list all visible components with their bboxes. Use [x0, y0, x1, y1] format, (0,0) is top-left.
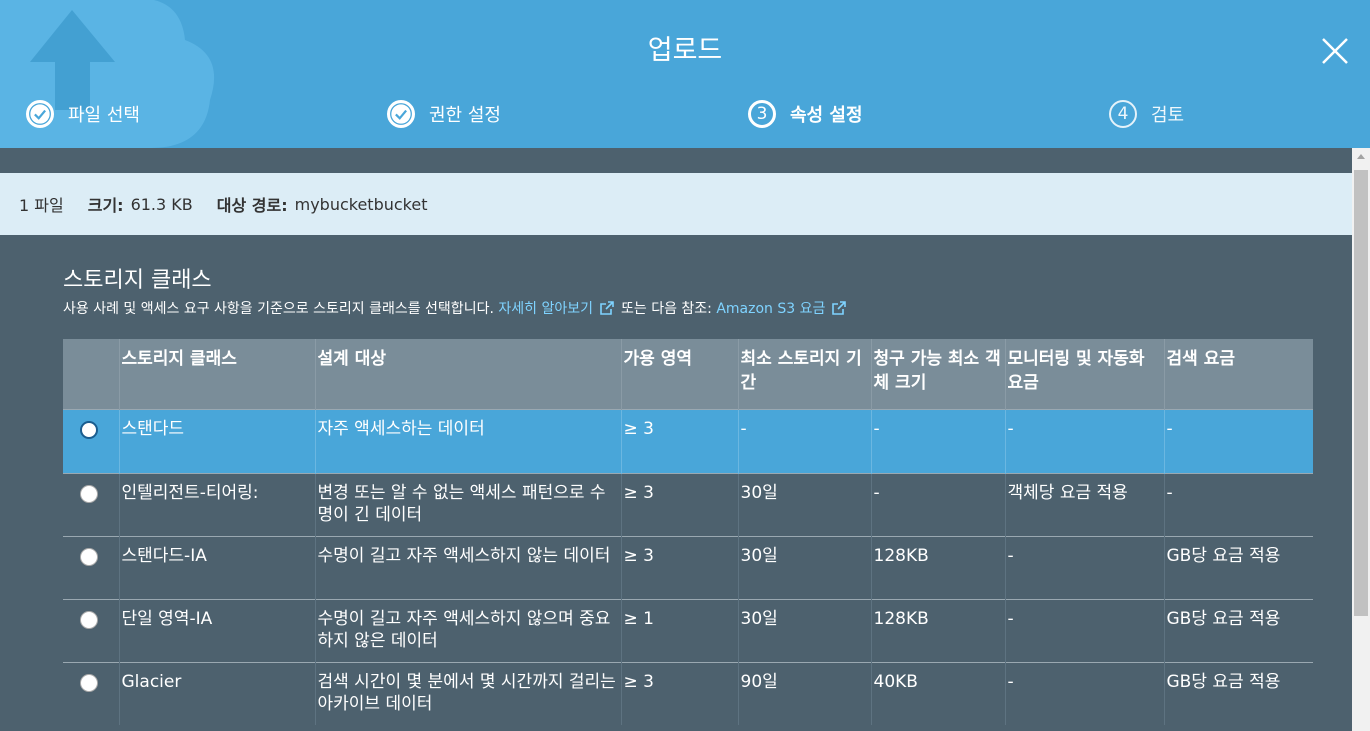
storage-class-description: 사용 사례 및 액세스 요구 사항을 기준으로 스토리지 클래스를 선택합니다.… — [63, 298, 853, 318]
storage-class-radio[interactable] — [80, 420, 98, 439]
table-cell: - — [1163, 472, 1313, 536]
scroll-up-icon[interactable] — [1352, 148, 1370, 166]
column-header: 최소 스토리지 기간 — [737, 339, 871, 409]
table-cell: - — [1004, 661, 1164, 725]
table-cell: - — [1163, 408, 1313, 473]
table-cell: 스탠다드-IA — [118, 535, 315, 599]
table-cell: 수명이 길고 자주 액세스하지 않는 데이터 — [314, 535, 621, 599]
learn-more-link[interactable]: 자세히 알아보기 — [498, 298, 593, 318]
radio-cell[interactable] — [63, 472, 119, 536]
table-cell: - — [1004, 408, 1164, 473]
step-review[interactable]: 4 검토 — [1109, 97, 1184, 131]
step-label: 파일 선택 — [68, 105, 140, 126]
storage-class-radio[interactable] — [80, 547, 98, 566]
header: 업로드 파일 선택 권한 설정 3 속성 설정 4 검토 — [0, 0, 1370, 148]
table-cell: ≥ 3 — [620, 472, 738, 536]
table-cell: 객체당 요금 적용 — [1004, 472, 1164, 536]
description-text: 사용 사례 및 액세스 요구 사항을 기준으로 스토리지 클래스를 선택합니다. — [63, 301, 494, 317]
table-row[interactable]: Glacier 검색 시간이 몇 분에서 몇 시간까지 걸리는 아카이브 데이터… — [63, 661, 1313, 725]
check-icon — [26, 100, 54, 128]
or-see-text: 또는 다음 참조: — [620, 301, 712, 317]
table-cell: - — [1004, 535, 1164, 599]
table-cell: 검색 시간이 몇 분에서 몇 시간까지 걸리는 아카이브 데이터 — [314, 661, 621, 725]
step-label: 권한 설정 — [429, 105, 501, 126]
close-icon[interactable] — [1318, 34, 1352, 68]
table-cell: 30일 — [737, 535, 871, 599]
storage-class-radio[interactable] — [80, 610, 98, 629]
table-cell: GB당 요금 적용 — [1163, 535, 1313, 599]
table-cell: Glacier — [118, 661, 315, 725]
size-label: 크기: — [87, 196, 124, 215]
table-cell: GB당 요금 적용 — [1163, 598, 1313, 662]
radio-cell[interactable] — [63, 408, 119, 473]
step-label: 속성 설정 — [790, 105, 863, 126]
scroll-thumb[interactable] — [1354, 170, 1368, 616]
table-cell: - — [1004, 598, 1164, 662]
radio-cell[interactable] — [63, 535, 119, 599]
pricing-link[interactable]: Amazon S3 요금 — [716, 298, 825, 318]
destination-value: mybucketbucket — [294, 194, 428, 214]
storage-class-radio[interactable] — [80, 673, 98, 692]
table-cell: 90일 — [737, 661, 871, 725]
table-row[interactable]: 단일 영역-IA 수명이 길고 자주 액세스하지 않으며 중요하지 않은 데이터… — [63, 598, 1313, 662]
table-cell: - — [870, 472, 1005, 536]
table-cell: ≥ 1 — [620, 598, 738, 662]
check-icon — [387, 100, 415, 128]
table-cell: 스탠다드 — [118, 408, 315, 473]
step-number: 4 — [1109, 100, 1137, 128]
column-header: 청구 가능 최소 객체 크기 — [870, 339, 1005, 409]
table-cell: - — [870, 408, 1005, 473]
step-properties[interactable]: 3 속성 설정 — [748, 97, 863, 131]
radio-cell[interactable] — [63, 598, 119, 662]
table-cell: ≥ 3 — [620, 535, 738, 599]
column-header: 스토리지 클래스 — [118, 339, 315, 409]
storage-class-radio[interactable] — [80, 484, 98, 503]
column-header: 검색 요금 — [1163, 339, 1313, 409]
size-value: 61.3 KB — [130, 194, 193, 214]
table-cell: - — [737, 408, 871, 473]
table-cell: ≥ 3 — [620, 661, 738, 725]
table-cell: 변경 또는 알 수 없는 액세스 패턴으로 수명이 긴 데이터 — [314, 472, 621, 536]
step-label: 검토 — [1151, 105, 1185, 126]
storage-class-heading: 스토리지 클래스 — [63, 268, 212, 293]
table-cell: 자주 액세스하는 데이터 — [314, 408, 621, 473]
column-header: 모니터링 및 자동화 요금 — [1004, 339, 1164, 409]
file-count: 1 파일 — [19, 196, 64, 215]
table-cell: 30일 — [737, 598, 871, 662]
column-header: 설계 대상 — [314, 339, 621, 409]
table-cell: GB당 요금 적용 — [1163, 661, 1313, 725]
table-cell: 128KB — [870, 535, 1005, 599]
external-link-icon[interactable] — [599, 300, 615, 316]
table-row[interactable]: 스탠다드 자주 액세스하는 데이터 ≥ 3 - - - - — [63, 408, 1313, 473]
table-cell: 수명이 길고 자주 액세스하지 않으며 중요하지 않은 데이터 — [314, 598, 621, 662]
storage-class-table: 스토리지 클래스 설계 대상 가용 영역 최소 스토리지 기간 청구 가능 최소… — [63, 339, 1313, 725]
table-cell: 128KB — [870, 598, 1005, 662]
column-header-select — [63, 339, 119, 409]
external-link-icon[interactable] — [831, 300, 847, 316]
step-select-files[interactable]: 파일 선택 — [26, 97, 140, 131]
column-header: 가용 영역 — [620, 339, 738, 409]
page-title: 업로드 — [647, 35, 723, 66]
table-cell: 30일 — [737, 472, 871, 536]
table-cell: ≥ 3 — [620, 408, 738, 473]
scrollbar[interactable] — [1352, 148, 1370, 731]
table-cell: 인텔리전트-티어링: — [118, 472, 315, 536]
upload-summary-bar: 1 파일 크기: 61.3 KB 대상 경로: mybucketbucket — [0, 173, 1352, 235]
radio-cell[interactable] — [63, 661, 119, 725]
destination-label: 대상 경로: — [216, 196, 288, 215]
table-cell: 단일 영역-IA — [118, 598, 315, 662]
table-cell: 40KB — [870, 661, 1005, 725]
table-row[interactable]: 스탠다드-IA 수명이 길고 자주 액세스하지 않는 데이터 ≥ 3 30일 1… — [63, 535, 1313, 599]
step-number: 3 — [748, 100, 776, 128]
table-row[interactable]: 인텔리전트-티어링: 변경 또는 알 수 없는 액세스 패턴으로 수명이 긴 데… — [63, 472, 1313, 536]
table-header-row: 스토리지 클래스 설계 대상 가용 영역 최소 스토리지 기간 청구 가능 최소… — [63, 339, 1313, 409]
step-permissions[interactable]: 권한 설정 — [387, 97, 501, 131]
